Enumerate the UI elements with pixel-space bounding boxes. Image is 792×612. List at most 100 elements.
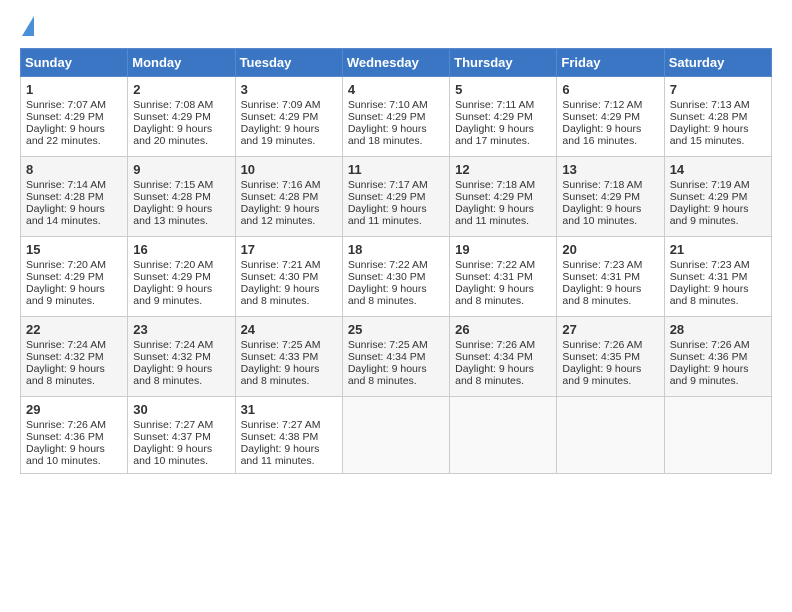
- calendar-cell: 13 Sunrise: 7:18 AMSunset: 4:29 PMDayligh…: [557, 157, 664, 237]
- col-header-monday: Monday: [128, 49, 235, 77]
- day-number: 29: [26, 402, 122, 417]
- sunset-label: Sunset: 4:32 PM: [133, 351, 211, 363]
- col-header-sunday: Sunday: [21, 49, 128, 77]
- daylight-label: Daylight: 9 hours and 20 minutes.: [133, 123, 212, 147]
- sunset-label: Sunset: 4:31 PM: [670, 271, 748, 283]
- sunset-label: Sunset: 4:29 PM: [670, 191, 748, 203]
- calendar-cell: 1Sunrise: 7:07 AMSunset: 4:29 PMDaylight…: [21, 77, 128, 157]
- calendar-cell: 29Sunrise: 7:26 AMSunset: 4:36 PMDayligh…: [21, 397, 128, 474]
- day-number: 31: [241, 402, 337, 417]
- calendar-cell: 5Sunrise: 7:11 AMSunset: 4:29 PMDaylight…: [450, 77, 557, 157]
- sunrise-label: Sunrise: 7:25 AM: [241, 339, 321, 351]
- sunrise-label: Sunrise: 7:27 AM: [133, 419, 213, 431]
- sunset-label: Sunset: 4:29 PM: [133, 111, 211, 123]
- sunset-label: Sunset: 4:34 PM: [348, 351, 426, 363]
- sunrise-label: Sunrise: 7:23 AM: [562, 259, 642, 271]
- week-row: 1Sunrise: 7:07 AMSunset: 4:29 PMDaylight…: [21, 77, 772, 157]
- calendar-cell: 14Sunrise: 7:19 AMSunset: 4:29 PMDayligh…: [664, 157, 771, 237]
- day-number: 8: [26, 162, 122, 177]
- day-number: 7: [670, 82, 766, 97]
- sunset-label: Sunset: 4:37 PM: [133, 431, 211, 443]
- day-number: 25: [348, 322, 444, 337]
- day-number: 30: [133, 402, 229, 417]
- calendar-cell: 19Sunrise: 7:22 AMSunset: 4:31 PMDayligh…: [450, 237, 557, 317]
- sunset-label: Sunset: 4:30 PM: [241, 271, 319, 283]
- sunrise-label: Sunrise: 7:12 AM: [562, 99, 642, 111]
- daylight-label: Daylight: 9 hours and 8 minutes.: [26, 363, 105, 387]
- daylight-label: Daylight: 9 hours and 8 minutes.: [562, 283, 641, 307]
- day-number: 5: [455, 82, 551, 97]
- sunset-label: Sunset: 4:29 PM: [562, 191, 640, 203]
- sunset-label: Sunset: 4:29 PM: [562, 111, 640, 123]
- calendar-cell: 15Sunrise: 7:20 AMSunset: 4:29 PMDayligh…: [21, 237, 128, 317]
- sunset-label: Sunset: 4:28 PM: [241, 191, 319, 203]
- sunset-label: Sunset: 4:35 PM: [562, 351, 640, 363]
- daylight-label: Daylight: 9 hours and 15 minutes.: [670, 123, 749, 147]
- sunset-label: Sunset: 4:28 PM: [670, 111, 748, 123]
- sunset-label: Sunset: 4:34 PM: [455, 351, 533, 363]
- sunrise-label: Sunrise: 7:25 AM: [348, 339, 428, 351]
- day-number: 21: [670, 242, 766, 257]
- daylight-label: Daylight: 9 hours and 8 minutes.: [348, 363, 427, 387]
- sunrise-label: Sunrise: 7:26 AM: [670, 339, 750, 351]
- sunrise-label: Sunrise: 7:21 AM: [241, 259, 321, 271]
- sunset-label: Sunset: 4:28 PM: [26, 191, 104, 203]
- day-number: 26: [455, 322, 551, 337]
- daylight-label: Daylight: 9 hours and 16 minutes.: [562, 123, 641, 147]
- calendar-cell: [342, 397, 449, 474]
- daylight-label: Daylight: 9 hours and 8 minutes.: [241, 283, 320, 307]
- day-number: 15: [26, 242, 122, 257]
- col-header-thursday: Thursday: [450, 49, 557, 77]
- day-number: 23: [133, 322, 229, 337]
- sunset-label: Sunset: 4:31 PM: [562, 271, 640, 283]
- sunrise-label: Sunrise: 7:24 AM: [26, 339, 106, 351]
- calendar-cell: 17 Sunrise: 7:21 AMSunset: 4:30 PMDayligh…: [235, 237, 342, 317]
- daylight-label: Daylight: 9 hours and 9 minutes.: [26, 283, 105, 307]
- daylight-label: Daylight: 9 hours and 11 minutes.: [241, 443, 320, 467]
- day-number: 11: [348, 162, 444, 177]
- sunrise-label: Sunrise: 7:20 AM: [26, 259, 106, 271]
- sunset-label: Sunset: 4:32 PM: [26, 351, 104, 363]
- sunrise-label: Sunrise: 7:09 AM: [241, 99, 321, 111]
- day-number: 17: [241, 242, 337, 257]
- daylight-label: Daylight: 9 hours and 8 minutes.: [455, 363, 534, 387]
- daylight-label: Daylight: 9 hours and 10 minutes.: [133, 443, 212, 467]
- daylight-label: Daylight: 9 hours and 19 minutes.: [241, 123, 320, 147]
- sunrise-label: Sunrise: 7:18 AM: [562, 179, 642, 191]
- daylight-label: Daylight: 9 hours and 10 minutes.: [26, 443, 105, 467]
- day-number: 16: [133, 242, 229, 257]
- col-header-wednesday: Wednesday: [342, 49, 449, 77]
- daylight-label: Daylight: 9 hours and 10 minutes.: [562, 203, 641, 227]
- daylight-label: Daylight: 9 hours and 11 minutes.: [348, 203, 427, 227]
- sunset-label: Sunset: 4:29 PM: [348, 111, 426, 123]
- day-number: 4: [348, 82, 444, 97]
- calendar-cell: 21Sunrise: 7:23 AMSunset: 4:31 PMDayligh…: [664, 237, 771, 317]
- header-row: SundayMondayTuesdayWednesdayThursdayFrid…: [21, 49, 772, 77]
- calendar-cell: 28Sunrise: 7:26 AMSunset: 4:36 PMDayligh…: [664, 317, 771, 397]
- sunrise-label: Sunrise: 7:17 AM: [348, 179, 428, 191]
- calendar-cell: 27Sunrise: 7:26 AMSunset: 4:35 PMDayligh…: [557, 317, 664, 397]
- daylight-label: Daylight: 9 hours and 9 minutes.: [670, 363, 749, 387]
- daylight-label: Daylight: 9 hours and 9 minutes.: [133, 283, 212, 307]
- sunrise-label: Sunrise: 7:18 AM: [455, 179, 535, 191]
- sunrise-label: Sunrise: 7:19 AM: [670, 179, 750, 191]
- sunrise-label: Sunrise: 7:11 AM: [455, 99, 534, 111]
- day-number: 9: [133, 162, 229, 177]
- daylight-label: Daylight: 9 hours and 13 minutes.: [133, 203, 212, 227]
- calendar-cell: 12Sunrise: 7:18 AMSunset: 4:29 PMDayligh…: [450, 157, 557, 237]
- day-number: 27: [562, 322, 658, 337]
- daylight-label: Daylight: 9 hours and 8 minutes.: [241, 363, 320, 387]
- sunset-label: Sunset: 4:29 PM: [455, 191, 533, 203]
- day-number: 10: [241, 162, 337, 177]
- sunrise-label: Sunrise: 7:24 AM: [133, 339, 213, 351]
- calendar-cell: 31Sunrise: 7:27 AMSunset: 4:38 PMDayligh…: [235, 397, 342, 474]
- sunset-label: Sunset: 4:29 PM: [26, 111, 104, 123]
- sunset-label: Sunset: 4:29 PM: [348, 191, 426, 203]
- sunset-label: Sunset: 4:28 PM: [133, 191, 211, 203]
- calendar-cell: 20Sunrise: 7:23 AMSunset: 4:31 PMDayligh…: [557, 237, 664, 317]
- daylight-label: Daylight: 9 hours and 8 minutes.: [670, 283, 749, 307]
- day-number: 13: [562, 162, 658, 177]
- daylight-label: Daylight: 9 hours and 17 minutes.: [455, 123, 534, 147]
- calendar-cell: 10Sunrise: 7:16 AMSunset: 4:28 PMDayligh…: [235, 157, 342, 237]
- day-number: 24: [241, 322, 337, 337]
